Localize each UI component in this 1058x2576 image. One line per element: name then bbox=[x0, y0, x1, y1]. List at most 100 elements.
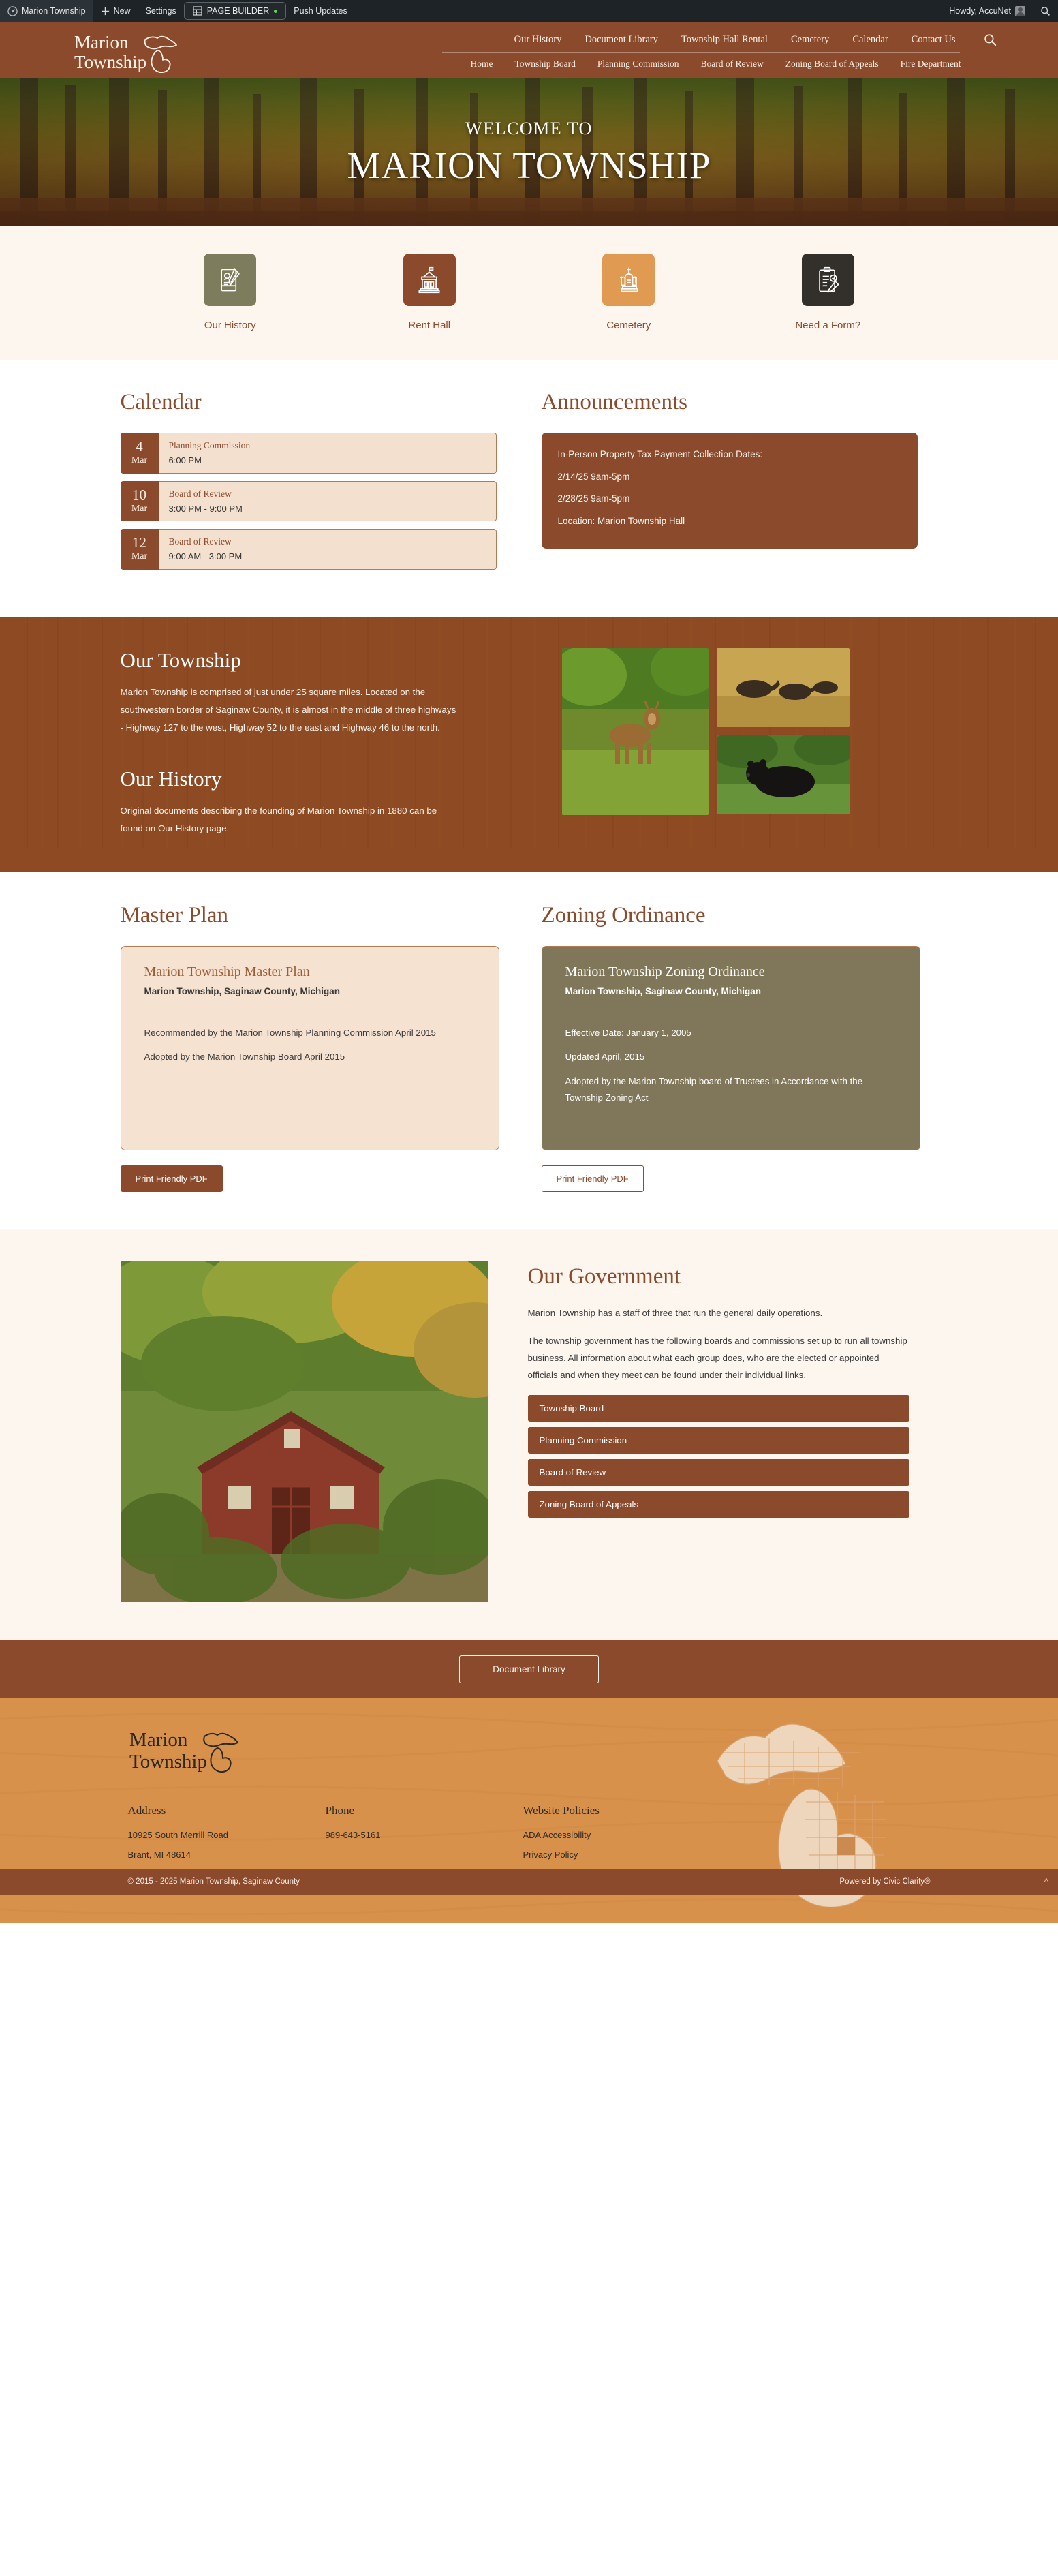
master-plan-card-subtitle: Marion Township, Saginaw County, Michiga… bbox=[144, 985, 341, 996]
zoning-ordinance-heading: Zoning Ordinance bbox=[541, 902, 706, 927]
copyright-bar: © 2015 - 2025 Marion Township, Saginaw C… bbox=[0, 1868, 1058, 1895]
footer-link-privacy-policy[interactable]: Privacy Policy bbox=[523, 1848, 721, 1862]
black-bear-photo bbox=[716, 735, 850, 814]
nav-our-history[interactable]: Our History bbox=[503, 31, 574, 48]
event-body: Board of Review 3:00 PM - 9:00 PM bbox=[158, 480, 497, 522]
quick-link-label: Our History bbox=[204, 320, 256, 331]
deer-photo-art bbox=[561, 647, 709, 815]
footer-column-phone: Phone 989-643-5161 bbox=[326, 1804, 523, 1869]
clipboard-pencil-icon bbox=[819, 266, 840, 293]
barn-photo-art bbox=[120, 1261, 488, 1602]
zoning-card-title: Marion Township Zoning Ordinance bbox=[565, 964, 765, 979]
grid-icon bbox=[193, 6, 202, 16]
site-footer: Marion Township Address 10925 South Merr… bbox=[0, 1698, 1058, 1923]
nav-cemetery[interactable]: Cemetery bbox=[779, 31, 841, 48]
event-day: 10 bbox=[132, 486, 146, 503]
admin-bar-new[interactable]: New bbox=[93, 0, 138, 22]
site-logo[interactable]: Marion Township bbox=[46, 26, 196, 78]
quick-link-label: Rent Hall bbox=[408, 320, 451, 331]
zoning-print-pdf-button[interactable]: Print Friendly PDF bbox=[541, 1165, 644, 1192]
admin-bar-settings-label: Settings bbox=[145, 6, 176, 16]
gov-link-zoning-board-of-appeals[interactable]: Zoning Board of Appeals bbox=[527, 1490, 909, 1518]
town-hall-icon bbox=[418, 266, 440, 293]
admin-bar-push-updates[interactable]: Push Updates bbox=[286, 0, 355, 22]
footer-address-line1: 10925 South Merrill Road bbox=[127, 1829, 228, 1840]
our-township-body: Marion Township is comprised of just und… bbox=[120, 686, 456, 733]
event-day: 12 bbox=[132, 534, 146, 551]
gov-link-board-of-review[interactable]: Board of Review bbox=[527, 1458, 909, 1486]
nav-home[interactable]: Home bbox=[459, 57, 503, 72]
powered-by-text: Powered by Civic Clarity® bbox=[839, 1877, 931, 1886]
quick-link-need-a-form[interactable]: Need a Form? bbox=[760, 254, 896, 331]
our-government-paragraph: Marion Township has a staff of three tha… bbox=[527, 1307, 823, 1318]
footer-logo[interactable]: Marion Township bbox=[128, 1726, 955, 1778]
turkeys-photo-art bbox=[716, 647, 850, 727]
nav-zoning-board-of-appeals[interactable]: Zoning Board of Appeals bbox=[775, 57, 890, 72]
logo-line2-text: Township bbox=[74, 52, 146, 72]
gov-link-township-board[interactable]: Township Board bbox=[527, 1394, 909, 1422]
gov-link-planning-commission[interactable]: Planning Commission bbox=[527, 1426, 909, 1454]
dashboard-icon bbox=[7, 5, 18, 16]
footer-link-ada-accessibility[interactable]: ADA Accessibility bbox=[523, 1828, 721, 1842]
master-plan-card: Marion Township Master Plan Marion Towns… bbox=[120, 945, 499, 1150]
announcements-heading: Announcements bbox=[541, 390, 687, 414]
admin-bar-search-button[interactable] bbox=[1033, 0, 1058, 22]
footer-logo-line1-text: Marion bbox=[129, 1729, 188, 1751]
nav-township-board[interactable]: Township Board bbox=[503, 57, 586, 72]
announcements-column: Announcements In-Person Property Tax Pay… bbox=[541, 390, 918, 577]
search-icon bbox=[984, 34, 996, 46]
calendar-event-row[interactable]: 12 Mar Board of Review 9:00 AM - 3:00 PM bbox=[120, 529, 497, 570]
zoning-ordinance-column: Zoning Ordinance Marion Township Zoning … bbox=[541, 902, 920, 1192]
our-township-heading: Our Township bbox=[120, 647, 241, 672]
quick-link-label: Cemetery bbox=[606, 320, 651, 331]
nav-township-hall-rental[interactable]: Township Hall Rental bbox=[670, 31, 779, 48]
our-government-heading: Our Government bbox=[527, 1263, 681, 1289]
announcement-line: 2/14/25 9am-5pm bbox=[557, 471, 630, 482]
chevron-up-icon[interactable]: ^ bbox=[1044, 1876, 1048, 1886]
hero-kicker: WELCOME TO bbox=[465, 119, 593, 139]
quick-link-tile bbox=[403, 254, 456, 306]
our-history-body: Original documents describing the foundi… bbox=[120, 805, 437, 833]
document-library-button[interactable]: Document Library bbox=[459, 1655, 599, 1683]
secondary-nav: Home Township Board Planning Commission … bbox=[459, 53, 1012, 78]
admin-bar-push-updates-label: Push Updates bbox=[294, 6, 347, 16]
site-header: Marion Township Our History Document Lib… bbox=[0, 22, 1058, 78]
plus-icon bbox=[101, 7, 110, 16]
plans-section: Master Plan Marion Township Master Plan … bbox=[0, 871, 1058, 1229]
admin-bar-site-name[interactable]: Marion Township bbox=[0, 0, 93, 22]
calendar-event-row[interactable]: 10 Mar Board of Review 3:00 PM - 9:00 PM bbox=[120, 480, 497, 522]
quick-link-rent-hall[interactable]: Rent Hall bbox=[361, 254, 497, 331]
nav-planning-commission[interactable]: Planning Commission bbox=[587, 57, 690, 72]
zoning-line: Updated April, 2015 bbox=[565, 1052, 645, 1062]
quick-link-our-history[interactable]: Our History bbox=[162, 254, 298, 331]
our-history-heading: Our History bbox=[120, 766, 222, 791]
gravestone-icon bbox=[619, 267, 638, 292]
master-plan-column: Master Plan Marion Township Master Plan … bbox=[120, 903, 499, 1192]
calendar-announcements-section: Calendar 4 Mar Planning Commission 6:00 … bbox=[0, 360, 1058, 617]
nav-calendar[interactable]: Calendar bbox=[841, 31, 899, 48]
nav-document-library[interactable]: Document Library bbox=[573, 31, 670, 48]
site-navigation: Our History Document Library Township Ha… bbox=[441, 26, 1013, 78]
zoning-line: Adopted by the Marion Township board of … bbox=[565, 1075, 863, 1103]
announcement-card: In-Person Property Tax Payment Collectio… bbox=[541, 433, 918, 549]
admin-bar-settings[interactable]: Settings bbox=[138, 0, 184, 22]
nav-board-of-review[interactable]: Board of Review bbox=[690, 57, 775, 72]
admin-bar-my-account[interactable]: Howdy, AccuNet bbox=[942, 0, 1033, 22]
wild-turkeys-photo bbox=[716, 647, 850, 727]
quick-link-label: Need a Form? bbox=[795, 320, 861, 331]
footer-heading-website-policies: Website Policies bbox=[523, 1803, 600, 1817]
quick-link-tile bbox=[602, 254, 655, 306]
admin-bar-page-builder[interactable]: PAGE BUILDER bbox=[183, 2, 287, 20]
nav-contact-us[interactable]: Contact Us bbox=[900, 31, 967, 48]
our-government-paragraph: The township government has the followin… bbox=[527, 1335, 907, 1381]
township-photo-gallery bbox=[561, 647, 889, 838]
nav-fire-department[interactable]: Fire Department bbox=[890, 57, 972, 72]
deer-in-field-photo bbox=[561, 647, 709, 815]
quick-link-cemetery[interactable]: Cemetery bbox=[561, 254, 697, 331]
calendar-event-row[interactable]: 4 Mar Planning Commission 6:00 PM bbox=[120, 433, 497, 474]
document-library-bar: Document Library bbox=[0, 1640, 1058, 1698]
quick-link-tile bbox=[204, 254, 257, 306]
header-search-button[interactable] bbox=[980, 32, 1001, 48]
master-plan-print-pdf-button[interactable]: Print Friendly PDF bbox=[120, 1165, 223, 1192]
footer-phone-number[interactable]: 989-643-5161 bbox=[326, 1828, 523, 1842]
